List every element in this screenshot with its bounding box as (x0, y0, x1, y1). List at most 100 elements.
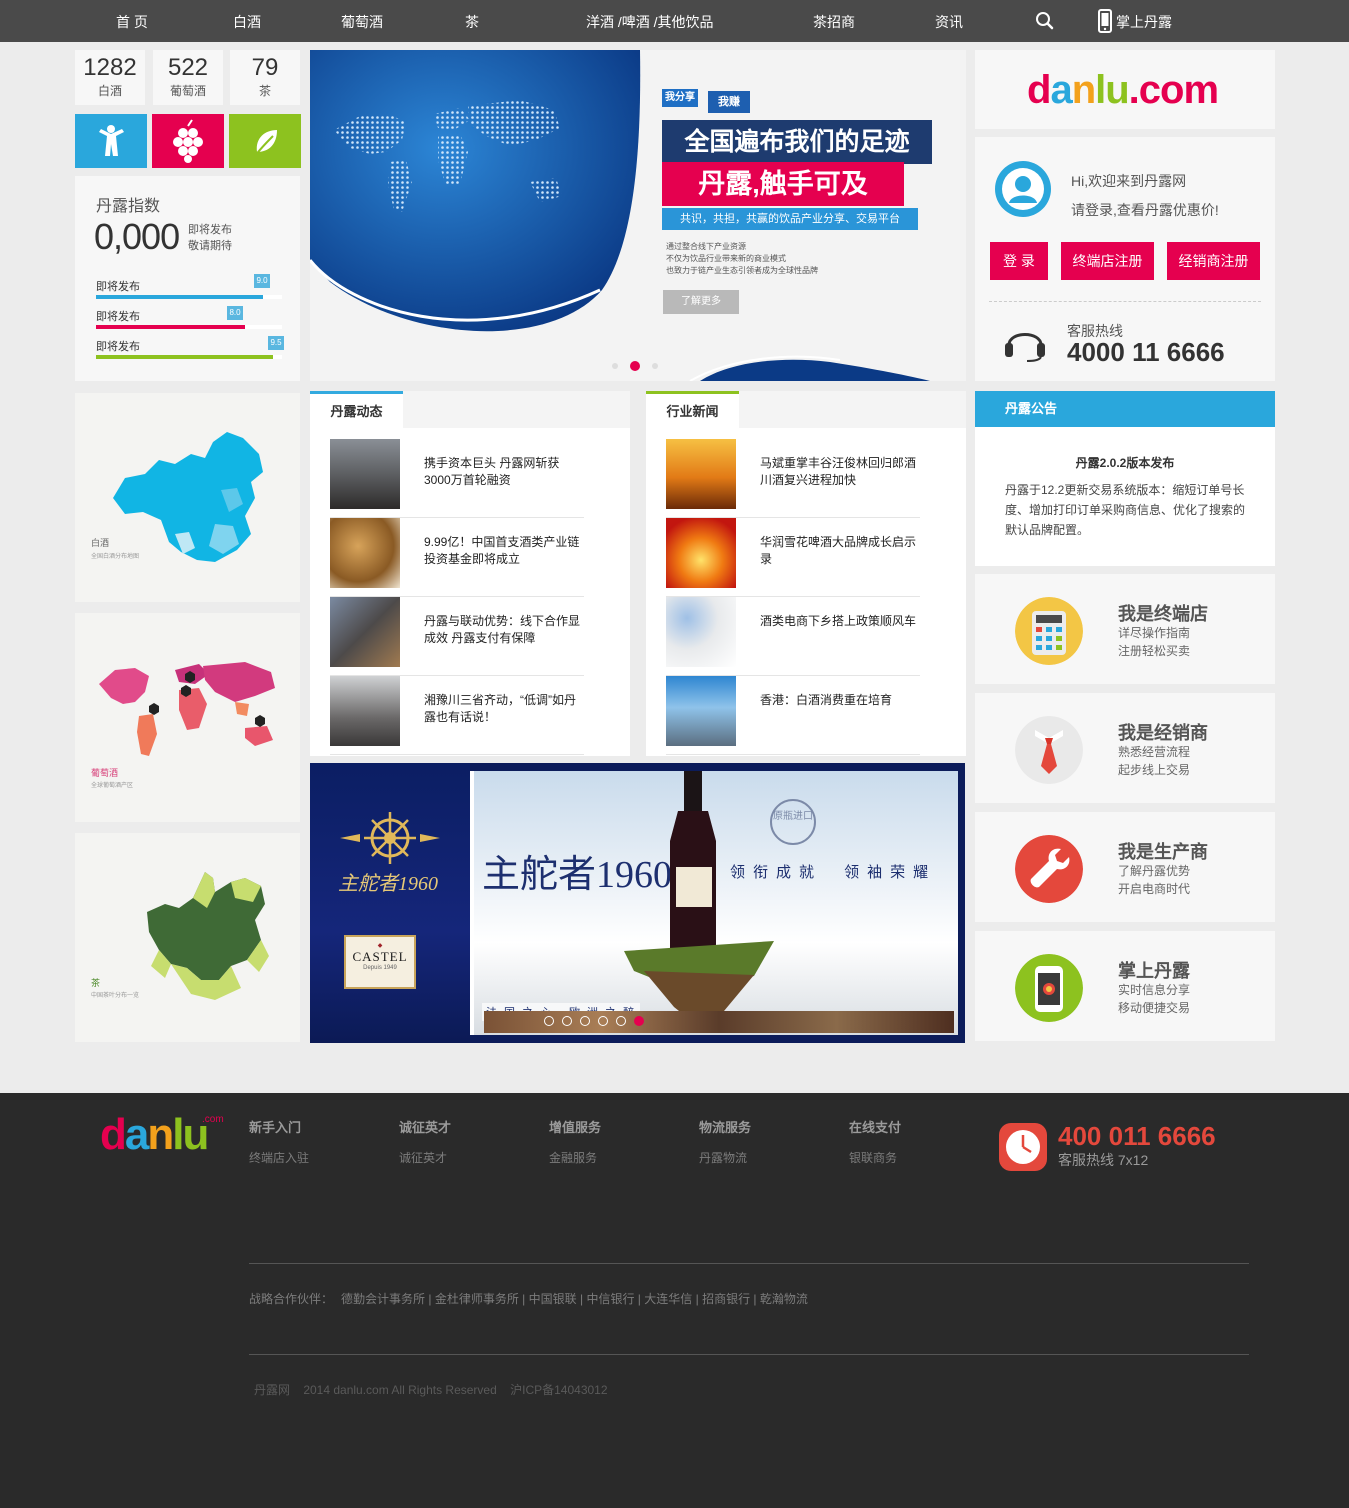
logo-part: lu (1095, 68, 1130, 112)
partner-link[interactable]: 德勤会计事务所 (341, 1292, 425, 1306)
carousel-dot[interactable] (612, 363, 618, 369)
notice-card[interactable]: 丹露2.0.2版本发布 丹露于12.2更新交易系统版本：缩短订单号长度、增加打印… (975, 427, 1275, 566)
news-title[interactable]: 9.99亿！中国首支酒类产业链投资基金即将成立 (424, 534, 586, 568)
nav-tea-invest[interactable]: 茶招商 (813, 0, 855, 42)
news-thumbnail (666, 597, 736, 667)
list-item[interactable]: 9.99亿！中国首支酒类产业链投资基金即将成立 (330, 518, 584, 597)
tab-danlu-dynamic[interactable]: 丹露动态 (310, 391, 403, 428)
search-icon[interactable] (1035, 11, 1055, 31)
login-button[interactable]: 登 录 (990, 242, 1048, 280)
partner-link[interactable]: 大连华信 (644, 1292, 692, 1306)
stat-value: 1282 (83, 54, 137, 81)
banner-desc-line: 通过整合线下产业资源 (666, 242, 746, 251)
map-card-wine[interactable]: 葡萄酒 全球葡萄酒产区 (75, 613, 300, 822)
role-card-terminal[interactable]: 我是终端店 详尽操作指南 注册轻松买卖 (975, 574, 1275, 684)
mobile-phone-icon (1098, 9, 1112, 33)
logo-part: n (1071, 68, 1096, 112)
register-terminal-button[interactable]: 终端店注册 (1061, 242, 1154, 280)
tile-baijiu[interactable] (75, 114, 147, 168)
news-title[interactable]: 酒类电商下乡搭上政策顺风车 (760, 613, 922, 630)
tile-tea[interactable] (229, 114, 301, 168)
list-item[interactable]: 湘豫川三省齐动，“低调”如丹露也有话说！ (330, 676, 584, 755)
stat-label: 茶 (258, 84, 271, 98)
news-title[interactable]: 马斌重掌丰谷汪俊林回归郎酒川酒复兴进程加快 (760, 455, 922, 489)
china-map-image (113, 432, 263, 562)
footer-logo[interactable]: danlu (100, 1110, 209, 1159)
news-title[interactable]: 携手资本巨头 丹露网斩获3000万首轮融资 (424, 455, 586, 489)
news-title[interactable]: 丹露与联动优势：线下合作显成效 丹露支付有保障 (424, 613, 586, 647)
mobile-phone-icon (1015, 954, 1083, 1022)
notice-body: 丹露于12.2更新交易系统版本：缩短订单号长度、增加打印订单采购商信息、优化了搜… (1005, 483, 1246, 537)
carousel-dot[interactable] (544, 1016, 554, 1026)
map-card-tea[interactable]: 茶 中国茶叶分布一览 (75, 833, 300, 1042)
news-title[interactable]: 湘豫川三省齐动，“低调”如丹露也有话说！ (424, 692, 586, 726)
nav-baijiu[interactable]: 白酒 (233, 0, 261, 42)
role-desc: 了解丹露优势 (1118, 864, 1191, 878)
list-item[interactable]: 华润雪花啤酒大品牌成长启示录 (666, 518, 920, 597)
banner-more-button[interactable]: 了解更多 (663, 290, 739, 314)
role-card-mobile[interactable]: 掌上丹露 实时信息分享 移动便捷交易 (975, 931, 1275, 1041)
nav-home[interactable]: 首 页 (116, 0, 148, 42)
index-bar-fill (96, 355, 273, 359)
register-dealer-button[interactable]: 经销商注册 (1167, 242, 1260, 280)
partner-link[interactable]: 金杜律师事务所 (435, 1292, 519, 1306)
carousel-dot[interactable] (652, 363, 658, 369)
news-thumbnail (666, 439, 736, 509)
stat-tea[interactable]: 79 茶 (230, 50, 300, 105)
slogan-char: 袖 (867, 863, 883, 881)
list-item[interactable]: 马斌重掌丰谷汪俊林回归郎酒川酒复兴进程加快 (666, 439, 920, 518)
divider (249, 1354, 1249, 1355)
stat-wine[interactable]: 522 葡萄酒 (153, 50, 223, 105)
footer-link[interactable]: 金融服务 (549, 1149, 597, 1166)
danlu-logo[interactable]: danlu.com (1027, 68, 1219, 112)
partner-link[interactable]: 中信银行 (586, 1292, 634, 1306)
list-item[interactable]: 丹露与联动优势：线下合作显成效 丹露支付有保障 (330, 597, 584, 676)
carousel-dot[interactable] (616, 1016, 626, 1026)
wine-advertisement[interactable]: 主舵者1960 ◆ CASTEL Depuis 1949 主舵者1960 领 衔… (310, 763, 965, 1043)
map-caption: 茶 (91, 978, 101, 988)
divider (989, 301, 1261, 302)
partner-link[interactable]: 招商银行 (702, 1292, 750, 1306)
hero-banner[interactable]: 我分享 我赚 全国遍布我们的足迹 丹露,触手可及 共识，共担，共赢的饮品产业分享… (310, 50, 966, 381)
nav-tea[interactable]: 茶 (465, 0, 479, 42)
nav-news[interactable]: 资讯 (935, 0, 963, 42)
map-card-baijiu[interactable]: 白酒 全国白酒分布地图 (75, 393, 300, 602)
danlu-index-card: 丹露指数 0,000 即将发布 敬请期待 即将发布 9.0 即将发布 8.0 即… (75, 176, 300, 381)
carousel-dot[interactable] (598, 1016, 608, 1026)
castel-logo: ◆ CASTEL Depuis 1949 (344, 935, 416, 989)
index-bar-track (96, 295, 282, 299)
role-desc: 起步线上交易 (1118, 763, 1191, 777)
notice-title[interactable]: 丹露2.0.2版本发布 (975, 454, 1275, 471)
stat-label: 葡萄酒 (169, 84, 206, 98)
carousel-dot-active[interactable] (630, 361, 640, 371)
carousel-dot[interactable] (580, 1016, 590, 1026)
role-card-producer[interactable]: 我是生产商 了解丹露优势 开启电商时代 (975, 812, 1275, 922)
news-title[interactable]: 华润雪花啤酒大品牌成长启示录 (760, 534, 922, 568)
nav-mobile[interactable]: 掌上丹露 (1116, 0, 1172, 42)
carousel-dot-active[interactable] (634, 1016, 644, 1026)
partner-link[interactable]: 中国银联 (529, 1292, 577, 1306)
logo-part: d (100, 1110, 127, 1159)
news-thumbnail (666, 518, 736, 588)
role-desc: 开启电商时代 (1118, 882, 1191, 896)
footer-col-head: 在线支付 (849, 1120, 902, 1135)
footer-link[interactable]: 银联商务 (849, 1149, 897, 1166)
footer-link[interactable]: 丹露物流 (699, 1149, 747, 1166)
nav-other-drinks[interactable]: 洋酒 /啤酒 /其他饮品 (586, 0, 714, 42)
nav-wine[interactable]: 葡萄酒 (341, 0, 383, 42)
logo-part: .com (1128, 68, 1219, 112)
footer-link[interactable]: 终端店入驻 (249, 1149, 309, 1166)
list-item[interactable]: 香港：白酒消费重在培育 (666, 676, 920, 755)
list-item[interactable]: 酒类电商下乡搭上政策顺风车 (666, 597, 920, 676)
tab-industry-news[interactable]: 行业新闻 (646, 391, 739, 428)
carousel-dot[interactable] (562, 1016, 572, 1026)
list-item[interactable]: 携手资本巨头 丹露网斩获3000万首轮融资 (330, 439, 584, 518)
role-card-dealer[interactable]: 我是经销商 熟悉经营流程 起步线上交易 (975, 693, 1275, 803)
tile-wine[interactable] (152, 114, 224, 168)
news-title[interactable]: 香港：白酒消费重在培育 (760, 692, 922, 709)
footer-link[interactable]: 诚征英才 (399, 1149, 447, 1166)
partner-link[interactable]: 乾瀚物流 (760, 1292, 808, 1306)
banner-badge-earn: 我赚 (708, 91, 750, 113)
stat-baijiu[interactable]: 1282 白酒 (75, 50, 145, 105)
footer-col-head: 新手入门 (249, 1120, 302, 1135)
